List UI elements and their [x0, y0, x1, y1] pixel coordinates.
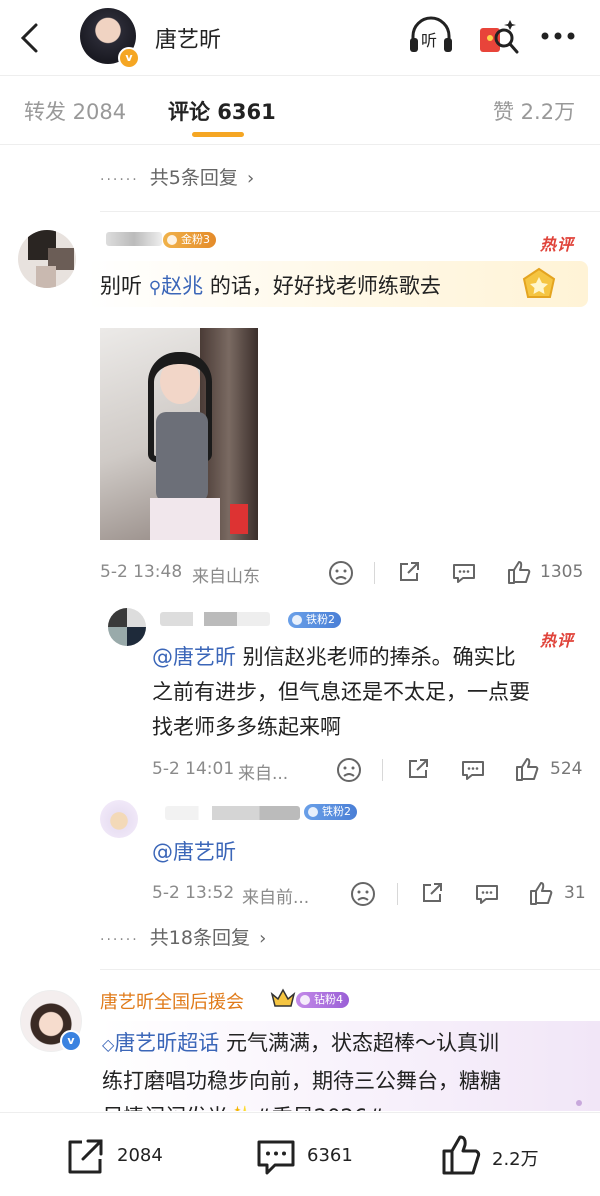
share-icon[interactable]	[397, 560, 421, 584]
reply-line-1: 别信赵兆老师的捧杀。确实比	[236, 645, 516, 669]
back-icon[interactable]	[18, 22, 42, 54]
comment-icon[interactable]	[255, 1137, 297, 1177]
listen-label: 听	[421, 31, 438, 50]
reply-avatar-blurred[interactable]	[108, 608, 146, 646]
repost-icon[interactable]	[64, 1137, 106, 1177]
like-icon[interactable]	[440, 1133, 482, 1177]
comment-source: 来自山东	[192, 567, 260, 587]
comment-image[interactable]	[100, 328, 258, 540]
divider	[100, 969, 600, 970]
scroll-indicator	[576, 1100, 582, 1106]
like-count: 524	[550, 759, 583, 779]
comment-count[interactable]: 6361	[307, 1145, 353, 1166]
comment-line-3: 尽情闪闪发光✨#乘风2026#	[102, 1099, 592, 1111]
chevron-right-icon: ›	[259, 928, 267, 949]
reply-name-blurred[interactable]	[165, 806, 300, 820]
fan-badge: 金粉3	[163, 232, 216, 248]
diamond-icon: ◇	[102, 1035, 115, 1054]
mention-label: 赵兆	[161, 274, 204, 298]
more-replies-top[interactable]: ······ 共5条回复 ›	[100, 163, 254, 189]
reply-time: 5-2 14:01	[152, 759, 235, 779]
like-total[interactable]: 2.2万	[492, 1145, 539, 1171]
topic-label: 唐艺昕超话	[114, 1031, 220, 1055]
verified-badge-icon: v	[118, 47, 140, 69]
page-title: 唐艺昕	[155, 28, 222, 53]
topic-link[interactable]: ◇唐艺昕超话	[102, 1031, 219, 1055]
reply-icon[interactable]	[474, 882, 500, 906]
bottom-bar: 2084 6361 2.2万	[0, 1112, 600, 1196]
fan-badge: 铁粉2	[288, 612, 341, 628]
commenter-avatar-blurred[interactable]	[18, 230, 76, 288]
more-replies[interactable]: ······ 共18条回复 ›	[100, 923, 266, 949]
more-icon[interactable]	[540, 30, 576, 42]
repost-count[interactable]: 2084	[117, 1145, 163, 1166]
mention-link[interactable]: ⚲赵兆	[149, 274, 203, 298]
tab-active-indicator	[192, 132, 244, 137]
crown-icon	[270, 988, 296, 1007]
reply-time: 5-2 13:52	[152, 883, 235, 903]
commenter-name-blurred[interactable]	[106, 232, 162, 246]
reply-line-3: 找老师多多练起来啊	[152, 715, 341, 739]
comment-text: 别听 ⚲赵兆 的话，好好找老师练歌去	[88, 261, 588, 307]
dislike-face-icon[interactable]	[336, 757, 362, 783]
search-icon: ⚲	[148, 278, 162, 298]
red-packet-search-icon[interactable]	[476, 16, 520, 58]
fan-badge: 钻粉4	[296, 992, 349, 1008]
separator	[374, 562, 375, 584]
separator	[382, 759, 383, 781]
like-icon[interactable]	[514, 756, 540, 782]
verified-badge-icon: v	[60, 1030, 82, 1052]
reply-icon[interactable]	[460, 758, 486, 782]
comment-text: ◇唐艺昕超话 元气满满，状态超棒～认真训 练打磨唱功稳步向前，期待三公舞台，糖糖…	[100, 1021, 600, 1111]
like-count: 31	[564, 883, 586, 903]
reply-line-2: 之前有进步，但气息还是不太足，一点要	[152, 680, 530, 704]
reply-avatar[interactable]	[100, 800, 138, 838]
comment-line-1: 元气满满，状态超棒～认真训	[219, 1031, 499, 1055]
tab-likes[interactable]: 赞 2.2万	[493, 96, 575, 126]
reply-mention[interactable]: @唐艺昕	[152, 836, 236, 866]
comment-text-before: 别听	[100, 274, 142, 298]
like-count: 1305	[540, 562, 584, 582]
hot-comment-tag: 热评	[540, 235, 575, 254]
reply-icon[interactable]	[451, 561, 477, 585]
reply-source: 来自前...	[242, 888, 310, 908]
like-icon[interactable]	[506, 559, 532, 585]
more-replies-label: 共18条回复	[149, 927, 250, 949]
mention-link[interactable]: @唐艺昕	[152, 645, 236, 669]
tab-repost[interactable]: 转发 2084	[24, 96, 126, 126]
divider	[100, 211, 600, 212]
tab-bar: 转发 2084 评论 6361 赞 2.2万	[0, 76, 600, 145]
tab-comments[interactable]: 评论 6361	[168, 96, 276, 126]
trophy-badge-icon	[522, 267, 556, 298]
share-icon[interactable]	[420, 881, 444, 905]
fan-badge: 铁粉2	[304, 804, 357, 820]
comment-text-after: 的话，好好找老师练歌去	[209, 274, 441, 298]
share-icon[interactable]	[406, 757, 430, 781]
commenter-name[interactable]: 唐艺昕全国后援会	[100, 988, 244, 1014]
comment-line-2: 练打磨唱功稳步向前，期待三公舞台，糖糖	[102, 1069, 501, 1093]
reply-text: @唐艺昕 别信赵兆老师的捧杀。确实比 之前有进步，但气息还是不太足，一点要 找老…	[152, 640, 592, 745]
top-bar: v 唐艺昕 听	[0, 0, 600, 76]
comment-time: 5-2 13:48	[100, 562, 183, 582]
dislike-face-icon[interactable]	[350, 881, 376, 907]
reply-name-blurred[interactable]	[160, 612, 270, 626]
separator	[397, 883, 398, 905]
chevron-right-icon: ›	[246, 168, 255, 189]
more-replies-top-label: 共5条回复	[149, 167, 238, 189]
reply-source: 来自...	[238, 764, 289, 784]
like-icon[interactable]	[528, 880, 554, 906]
dislike-face-icon[interactable]	[328, 560, 354, 586]
